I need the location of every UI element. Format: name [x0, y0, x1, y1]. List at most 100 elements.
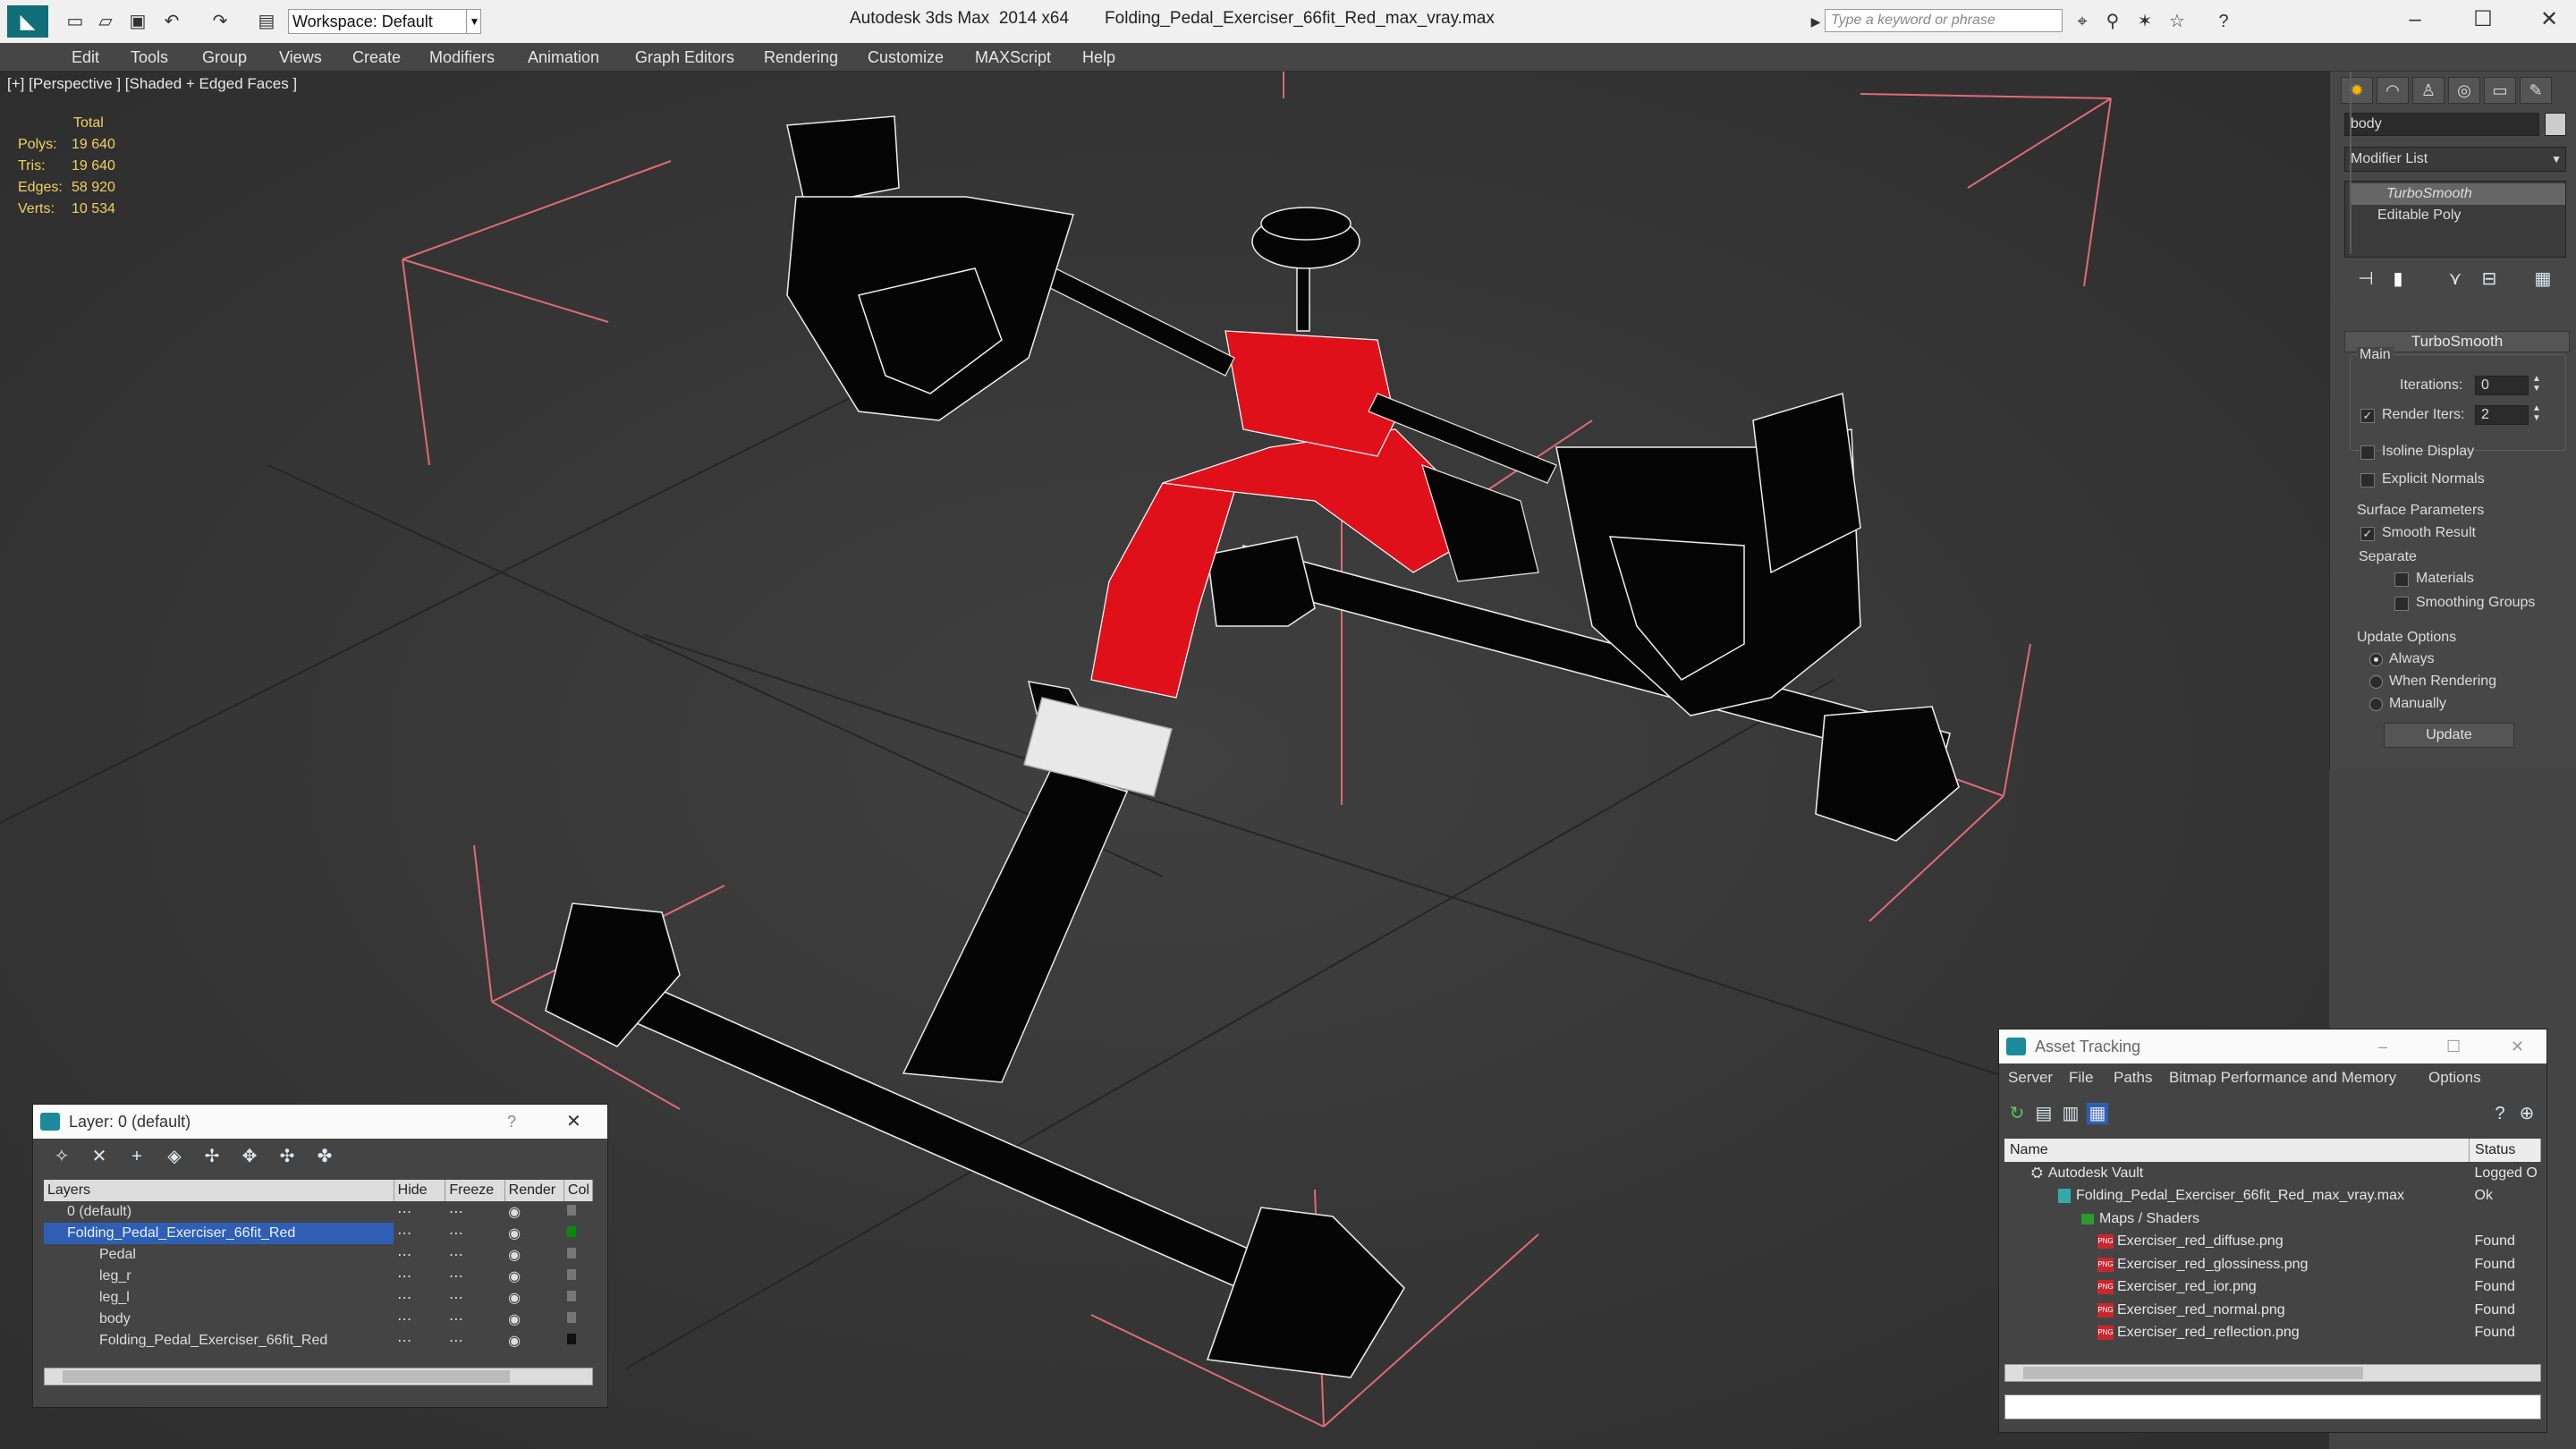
search-input[interactable]: Type a keyword or phrase	[1825, 9, 2063, 32]
col-name[interactable]: Name	[2004, 1139, 2470, 1162]
layer-row[interactable]: 0 (default) ⋯ ⋯ ◉	[44, 1201, 593, 1223]
asset-row[interactable]: PNG Exerciser_red_reflection.png Found	[2004, 1322, 2541, 1345]
table-view-icon[interactable]: ▦	[2087, 1103, 2108, 1124]
asset-name[interactable]: Folding_Pedal_Exerciser_66fit_Red_max_vr…	[2004, 1185, 2470, 1208]
maximize-icon[interactable]: ☐	[2465, 4, 2501, 36]
list-view-icon[interactable]: ▤	[2033, 1103, 2055, 1124]
hold-icon[interactable]: ▤	[256, 11, 277, 32]
layer-row[interactable]: body ⋯ ⋯ ◉	[44, 1309, 593, 1330]
menu-group[interactable]: Group	[202, 43, 247, 72]
asset-name[interactable]: PNG Exerciser_red_reflection.png	[2004, 1322, 2470, 1345]
asset-window-titlebar[interactable]: Asset Tracking – ☐ ✕	[1999, 1030, 2546, 1063]
layer-row[interactable]: leg_l ⋯ ⋯ ◉	[44, 1287, 593, 1309]
menu-maxscript[interactable]: MAXScript	[975, 43, 1051, 72]
modifier-list-dropdown[interactable]: Modifier List ▼	[2344, 147, 2566, 172]
workspace-dropdown[interactable]: Workspace: Default ▼	[288, 9, 481, 34]
asset-hscrollbar[interactable]	[2004, 1364, 2541, 1382]
hide-toggle[interactable]: ⋯	[394, 1287, 445, 1309]
add-to-layer-icon[interactable]: +	[126, 1146, 148, 1167]
col-hide[interactable]: Hide	[394, 1180, 446, 1201]
communication-icon[interactable]: ✶	[2134, 11, 2156, 32]
search-icon[interactable]: ⚲	[2102, 11, 2123, 32]
select-objects-icon[interactable]: ◈	[164, 1146, 185, 1167]
scroll-thumb[interactable]	[2023, 1367, 2363, 1379]
refresh-icon[interactable]: ↻	[2006, 1103, 2028, 1124]
freeze-toggle[interactable]: ⋯	[445, 1201, 504, 1223]
menu-edit[interactable]: Edit	[72, 43, 99, 72]
freeze-toggle[interactable]: ⋯	[445, 1330, 504, 1352]
materials-checkbox[interactable]	[2394, 572, 2409, 587]
asset-menu-options[interactable]: Options	[2428, 1069, 2481, 1087]
freeze-toggle[interactable]: ⋯	[445, 1266, 504, 1287]
layer-color-swatch[interactable]	[564, 1309, 592, 1330]
asset-row[interactable]: ⛭ Autodesk Vault Logged O	[2004, 1162, 2541, 1185]
hide-toggle[interactable]: ⋯	[394, 1330, 445, 1352]
close-icon[interactable]: ✕	[2531, 4, 2567, 36]
help-icon[interactable]: ?	[507, 1105, 516, 1139]
layer-name[interactable]: body	[44, 1309, 394, 1330]
menu-help[interactable]: Help	[1082, 43, 1115, 72]
layer-properties-icon[interactable]: ✤	[314, 1146, 335, 1167]
favorites-icon[interactable]: ☆	[2166, 11, 2188, 32]
render-icon[interactable]: ◉	[504, 1309, 564, 1330]
col-layers[interactable]: Layers	[44, 1180, 394, 1201]
asset-menu-bitmap[interactable]: Bitmap Performance and Memory	[2169, 1069, 2396, 1087]
minimize-icon[interactable]: –	[2378, 1030, 2387, 1063]
menu-graph-editors[interactable]: Graph Editors	[635, 43, 734, 72]
highlight-layer-icon[interactable]: ✢	[201, 1146, 223, 1167]
save-icon[interactable]: ▣	[127, 11, 148, 32]
hide-toggle[interactable]: ⋯	[394, 1201, 445, 1223]
menu-animation[interactable]: Animation	[528, 43, 599, 72]
asset-row[interactable]: Maps / Shaders	[2004, 1208, 2541, 1231]
render-icon[interactable]: ◉	[504, 1330, 564, 1352]
close-icon[interactable]: ✕	[566, 1105, 581, 1139]
stack-item-turbosmooth[interactable]: TurboSmooth	[2351, 183, 2565, 205]
render-icon[interactable]: ◉	[504, 1287, 564, 1309]
asset-name[interactable]: PNG Exerciser_red_diffuse.png	[2004, 1231, 2470, 1254]
asset-help-icon[interactable]: ?	[2489, 1103, 2511, 1124]
remove-modifier-icon[interactable]: ⊟	[2479, 268, 2500, 290]
explicit-normals-checkbox[interactable]	[2360, 473, 2375, 487]
utilities-tab-icon[interactable]: ✎	[2520, 77, 2552, 104]
asset-row[interactable]: Folding_Pedal_Exerciser_66fit_Red_max_vr…	[2004, 1185, 2541, 1208]
asset-name[interactable]: PNG Exerciser_red_ior.png	[2004, 1276, 2470, 1300]
hide-toggle[interactable]: ⋯	[394, 1309, 445, 1330]
asset-name[interactable]: PNG Exerciser_red_normal.png	[2004, 1299, 2470, 1322]
app-logo-icon[interactable]: ◣	[7, 5, 48, 38]
pin-stack-icon[interactable]: ⊣	[2355, 268, 2377, 290]
open-file-icon[interactable]: ▱	[95, 11, 116, 32]
scroll-thumb[interactable]	[63, 1370, 510, 1383]
create-layer-icon[interactable]: ✧	[51, 1146, 72, 1167]
render-iters-checkbox[interactable]: ✓	[2360, 409, 2375, 423]
layer-window-titlebar[interactable]: Layer: 0 (default) ? ✕	[33, 1105, 607, 1139]
when-rendering-radio[interactable]	[2369, 675, 2383, 689]
asset-name[interactable]: ⛭ Autodesk Vault	[2004, 1162, 2470, 1185]
freeze-all-icon[interactable]: ✣	[276, 1146, 298, 1167]
binoculars-icon[interactable]: ⌖	[2072, 11, 2093, 32]
layer-row[interactable]: Pedal ⋯ ⋯ ◉	[44, 1244, 593, 1266]
freeze-toggle[interactable]: ⋯	[445, 1309, 504, 1330]
undo-icon[interactable]: ↶	[161, 11, 182, 32]
asset-row[interactable]: PNG Exerciser_red_diffuse.png Found	[2004, 1231, 2541, 1254]
spinner-arrows-icon[interactable]: ▲ ▼	[2532, 403, 2541, 423]
show-end-result-icon[interactable]: ▮	[2387, 268, 2409, 290]
col-status[interactable]: Status	[2469, 1139, 2541, 1162]
layer-row[interactable]: Folding_Pedal_Exerciser_66fit_Red ⋯ ⋯ ◉	[44, 1330, 593, 1352]
configure-sets-icon[interactable]: ▦	[2532, 268, 2554, 290]
menu-rendering[interactable]: Rendering	[764, 43, 838, 72]
layer-color-swatch[interactable]	[564, 1223, 592, 1244]
always-radio[interactable]	[2369, 653, 2383, 666]
motion-tab-icon[interactable]: ◎	[2448, 77, 2480, 104]
hide-all-icon[interactable]: ✥	[239, 1146, 260, 1167]
asset-name[interactable]: Maps / Shaders	[2004, 1208, 2470, 1231]
layer-name[interactable]: Folding_Pedal_Exerciser_66fit_Red	[44, 1223, 394, 1244]
layer-color-swatch[interactable]	[564, 1287, 592, 1309]
object-color-swatch[interactable]	[2545, 113, 2566, 136]
help-icon[interactable]: ?	[2213, 11, 2234, 32]
redo-icon[interactable]: ↷	[209, 11, 231, 32]
col-render[interactable]: Render	[504, 1180, 564, 1201]
new-file-icon[interactable]: ▭	[64, 11, 86, 32]
minimize-icon[interactable]: –	[2397, 4, 2433, 36]
stack-item-editable-poly[interactable]: Editable Poly	[2351, 205, 2565, 226]
asset-row[interactable]: PNG Exerciser_red_glossiness.png Found	[2004, 1253, 2541, 1276]
